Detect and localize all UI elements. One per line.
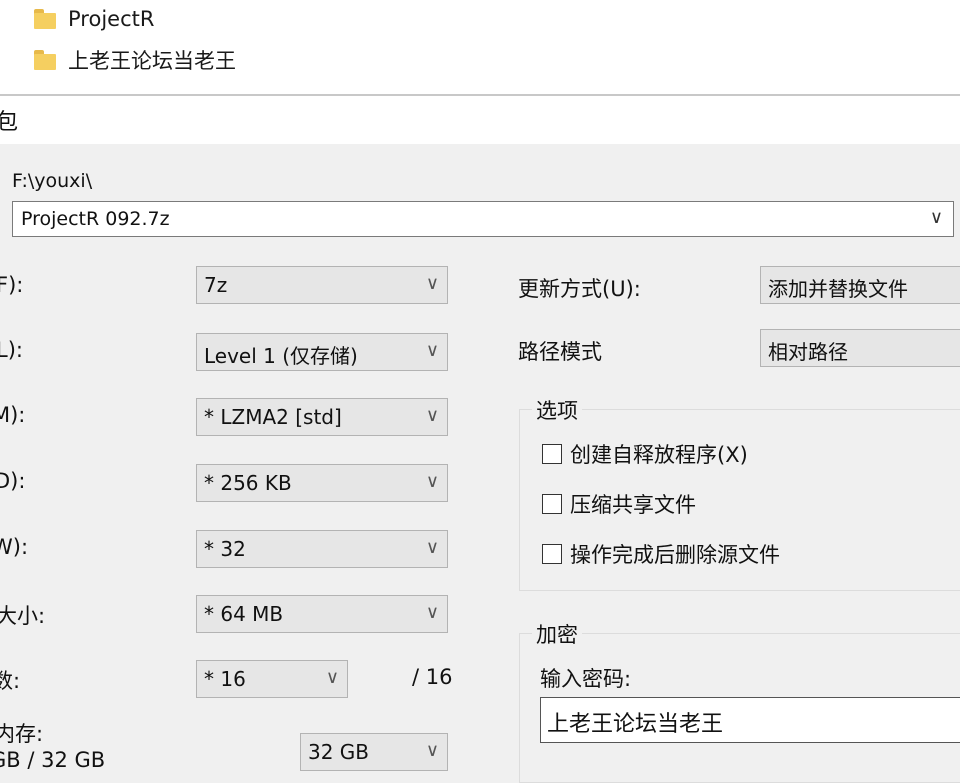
chevron-down-icon: ∨ [425,602,439,623]
path-mode-label: 路径模式 [518,340,602,364]
memory-label: 内存: [0,722,44,746]
format-select[interactable]: 7z ∨ [196,266,448,304]
archive-name-value: ProjectR 092.7z [21,208,170,230]
method-value: * LZMA2 [std] [204,405,342,429]
sfx-option[interactable]: 创建自释放程序(X) [542,439,748,469]
word-size-select[interactable]: * 32 ∨ [196,530,448,568]
folder-name: ProjectR [68,7,155,31]
chevron-down-icon: ∨ [425,740,439,761]
update-mode-value: 添加并替换文件 [768,277,908,301]
folder-name: 上老王论坛当老王 [68,49,236,73]
delete-after-option-label: 操作完成后删除源文件 [570,543,780,567]
archive-path-label: F:\youxi\ [12,170,93,192]
threads-value: * 16 [204,667,246,691]
delete-after-checkbox[interactable] [542,544,562,564]
archive-name-combo[interactable]: ProjectR 092.7z ∨ [12,201,954,237]
password-input[interactable]: 上老王论坛当老王 [540,697,960,743]
file-list-item-laowang[interactable]: 上老王论坛当老王 [34,43,236,77]
threads-max: / 16 [412,665,453,689]
threads-select[interactable]: * 16 ∨ [196,660,348,698]
dialog-title: 包 [0,110,19,135]
sfx-option-label: 创建自释放程序(X) [570,443,748,467]
shared-files-checkbox[interactable] [542,494,562,514]
word-size-label: W): [0,535,29,559]
chevron-down-icon: ∨ [425,340,439,361]
dictionary-value: * 256 KB [204,471,292,495]
level-value: Level 1 (仅存储) [204,344,358,368]
dictionary-label: D): [0,469,26,493]
folder-icon [34,50,56,70]
level-label: L): [0,338,23,362]
folder-icon [34,9,56,29]
threads-label: 数: [0,669,21,693]
password-value: 上老王论坛当老王 [547,712,724,737]
block-size-label: 大小: [0,604,46,628]
encryption-title: 加密 [532,619,582,649]
format-label: F): [0,273,24,297]
word-size-value: * 32 [204,537,246,561]
block-size-select[interactable]: * 64 MB ∨ [196,595,448,633]
password-label: 输入密码: [540,667,632,691]
dialog-titlebar [0,96,960,144]
shared-files-option-label: 压缩共享文件 [570,493,696,517]
method-select[interactable]: * LZMA2 [std] ∨ [196,398,448,436]
chevron-down-icon: ∨ [425,405,439,426]
memory-usage-text: GB / 32 GB [0,748,106,772]
path-mode-select[interactable]: 相对路径 [760,329,960,367]
delete-after-option[interactable]: 操作完成后删除源文件 [542,539,780,569]
shared-files-option[interactable]: 压缩共享文件 [542,489,696,519]
memory-select[interactable]: 32 GB ∨ [300,733,448,771]
file-list-item-projectr[interactable]: ProjectR [34,2,154,36]
format-value: 7z [204,273,228,297]
dictionary-select[interactable]: * 256 KB ∨ [196,464,448,502]
memory-value: 32 GB [308,740,370,764]
sfx-checkbox[interactable] [542,444,562,464]
chevron-down-icon: ∨ [325,667,339,688]
path-mode-value: 相对路径 [768,340,848,364]
chevron-down-icon: ∨ [425,471,439,492]
chevron-down-icon: ∨ [425,537,439,558]
options-title: 选项 [532,395,582,425]
level-select[interactable]: Level 1 (仅存储) ∨ [196,333,448,371]
chevron-down-icon[interactable]: ∨ [930,207,943,228]
update-mode-select[interactable]: 添加并替换文件 [760,266,960,304]
update-mode-label: 更新方式(U): [518,277,641,301]
block-size-value: * 64 MB [204,602,284,626]
method-label: M): [0,403,26,427]
chevron-down-icon: ∨ [425,273,439,294]
file-list: ProjectR 上老王论坛当老王 [0,0,960,94]
